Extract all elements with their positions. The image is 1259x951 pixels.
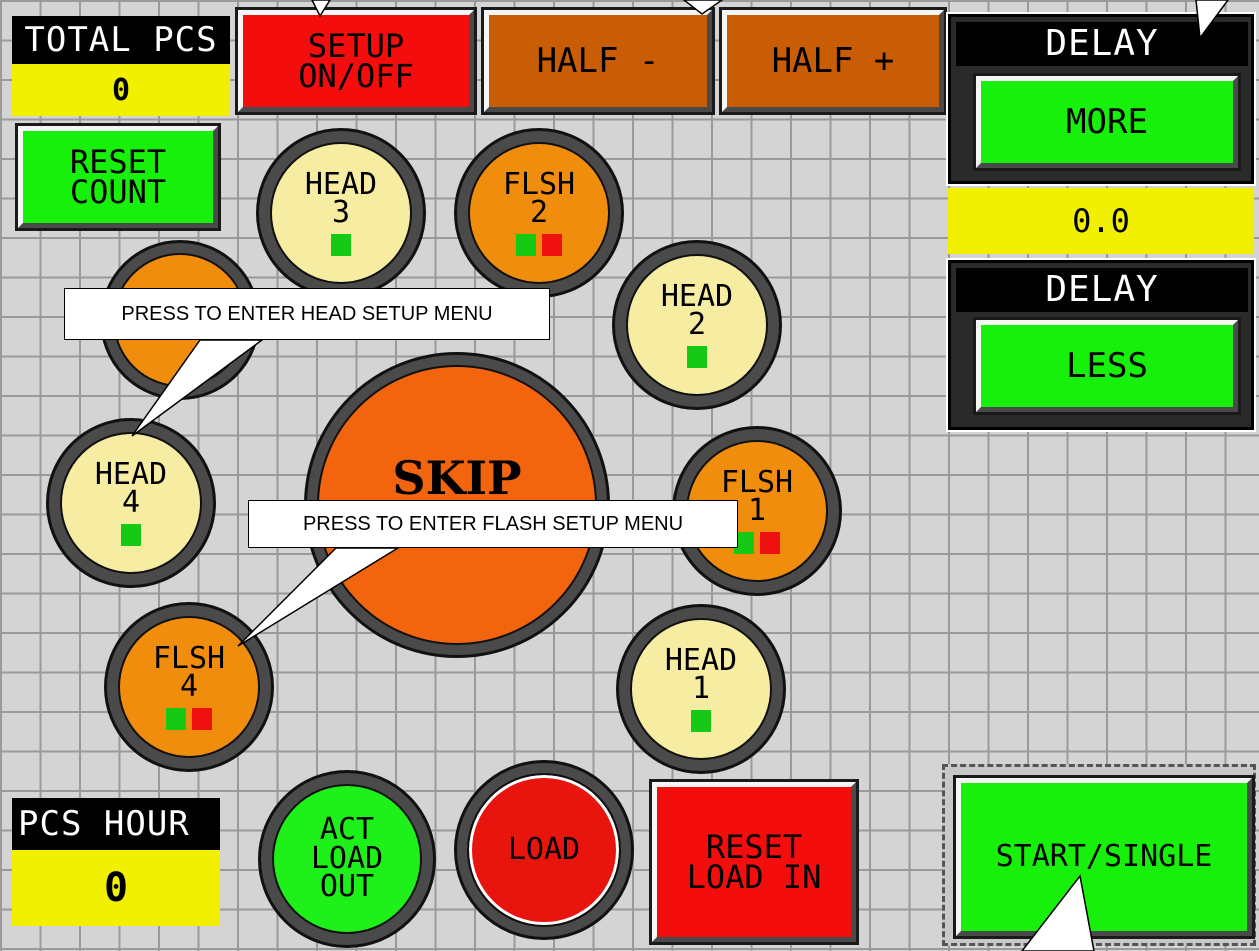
callout-pointers	[131, 0, 1229, 951]
flash-setup-callout: PRESS TO ENTER FLASH SETUP MENU	[248, 500, 738, 548]
hmi-screen: TOTAL PCS 0 RESET COUNT SETUP ON/OFF HAL…	[0, 0, 1259, 951]
head-setup-callout: PRESS TO ENTER HEAD SETUP MENU	[64, 288, 550, 340]
